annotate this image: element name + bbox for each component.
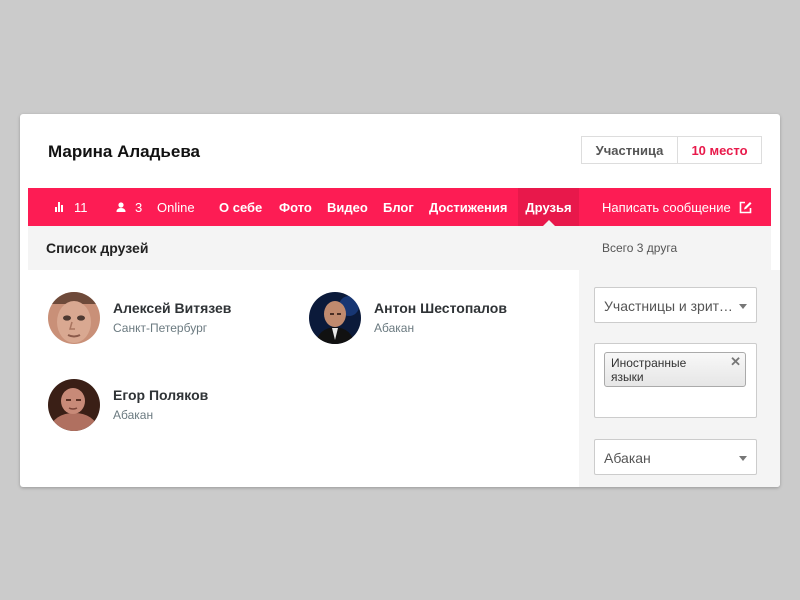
close-icon[interactable]: ✕ [730, 354, 741, 370]
friend-city: Санкт-Петербург [113, 321, 208, 335]
chevron-down-icon [739, 304, 747, 309]
avatar[interactable] [48, 379, 100, 431]
participant-type-value: Участницы и зрители [604, 298, 736, 314]
nav-achievements[interactable]: Достижения [429, 188, 507, 226]
friend-city: Абакан [374, 321, 415, 335]
nav-about[interactable]: О себе [219, 188, 262, 226]
friends-stat[interactable]: 3 [116, 188, 142, 226]
nav-blog[interactable]: Блог [383, 188, 414, 226]
profile-nav: 11 3 Online О себе Фото Видео Блог Дости… [28, 188, 771, 226]
interest-tag-label: Иностранные языки [611, 356, 687, 384]
bar-chart-icon [55, 202, 65, 212]
avatar[interactable] [48, 292, 100, 344]
friend-name[interactable]: Алексей Витязев [113, 300, 231, 316]
profile-card: Марина Аладьева Участница 10 место 11 3 … [20, 114, 780, 487]
profile-name: Марина Аладьева [48, 142, 201, 161]
votes-count: 11 [74, 199, 88, 215]
city-select[interactable]: Абакан [594, 439, 757, 475]
friend-name[interactable]: Егор Поляков [113, 387, 208, 403]
nav-friends[interactable]: Друзья [518, 188, 579, 226]
friends-list-title: Список друзей [46, 240, 149, 256]
participant-type-select[interactable]: Участницы и зрители [594, 287, 757, 323]
interests-multiselect[interactable]: Иностранные языки ✕ [594, 343, 757, 418]
friends-list-header: Список друзей Всего 3 друга [28, 226, 771, 270]
friends-total: Всего 3 друга [602, 241, 678, 255]
user-icon [116, 202, 126, 212]
nav-video[interactable]: Видео [327, 188, 368, 226]
rank-box: Участница 10 место [581, 136, 762, 164]
friends-count: 3 [135, 199, 143, 215]
nav-photo[interactable]: Фото [279, 188, 312, 226]
city-value: Абакан [604, 450, 651, 466]
online-status: Online [157, 199, 195, 215]
write-message-label: Написать сообщение [602, 199, 731, 215]
place-badge: 10 место [691, 142, 748, 158]
friend-city: Абакан [113, 408, 154, 422]
votes-stat[interactable]: 11 [55, 188, 88, 226]
chevron-down-icon [739, 456, 747, 461]
role-badge: Участница [582, 137, 678, 163]
edit-icon [739, 201, 752, 214]
write-message-button[interactable]: Написать сообщение [602, 188, 752, 226]
avatar[interactable] [309, 292, 361, 344]
friend-name[interactable]: Антон Шестопалов [374, 300, 507, 316]
interest-tag: Иностранные языки ✕ [604, 352, 746, 387]
